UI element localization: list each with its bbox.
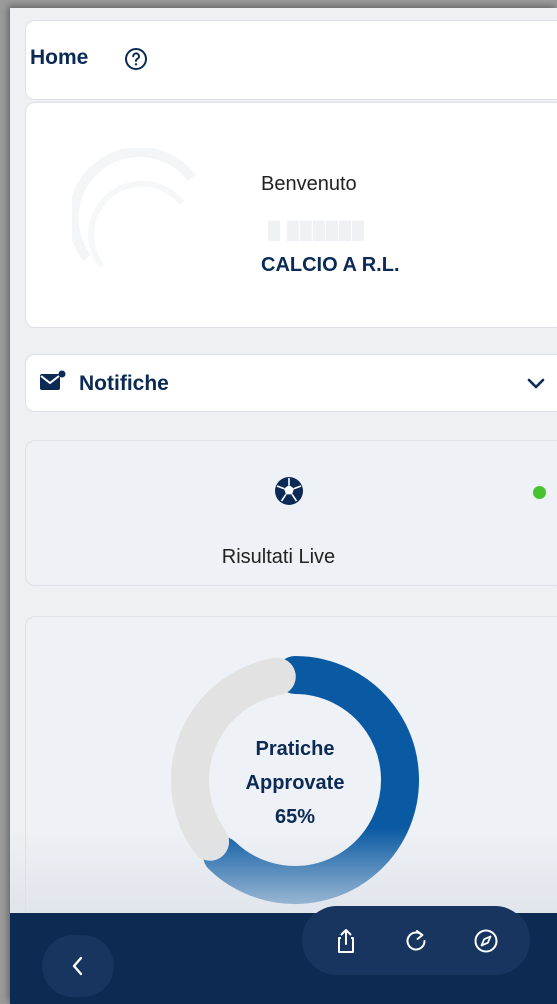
back-button[interactable]	[43, 936, 113, 996]
mail-notification-icon	[40, 370, 66, 390]
soccer-ball-icon	[275, 477, 303, 505]
company-logo-text-watermark: █ ██████	[268, 221, 366, 240]
live-status-dot	[533, 486, 546, 499]
browser-actions-pill	[303, 906, 529, 974]
live-results-label: Risultati Live	[221, 546, 336, 568]
reload-icon[interactable]	[403, 928, 429, 954]
share-icon[interactable]	[333, 928, 359, 954]
company-name: CALCIO A R.L.	[261, 254, 400, 276]
app-frame: Home Benvenuto █ ██████ CALCIO A R.L. No…	[10, 8, 557, 1004]
donut-label-line1: Pratiche	[255, 738, 335, 760]
home-header	[25, 20, 557, 100]
page-title: Home	[30, 46, 89, 69]
chevron-down-icon[interactable]	[525, 372, 547, 394]
club-logo-watermark	[72, 148, 196, 268]
chevron-left-icon	[72, 956, 83, 976]
donut-center-label: Pratiche Approvate 65%	[160, 732, 430, 834]
compass-icon[interactable]	[473, 928, 499, 954]
help-circle-icon[interactable]	[124, 47, 148, 71]
welcome-greeting: Benvenuto	[261, 173, 357, 195]
notifications-label: Notifiche	[79, 372, 169, 395]
scroll-fade	[10, 828, 557, 918]
donut-label-line2: Approvate	[245, 772, 345, 794]
